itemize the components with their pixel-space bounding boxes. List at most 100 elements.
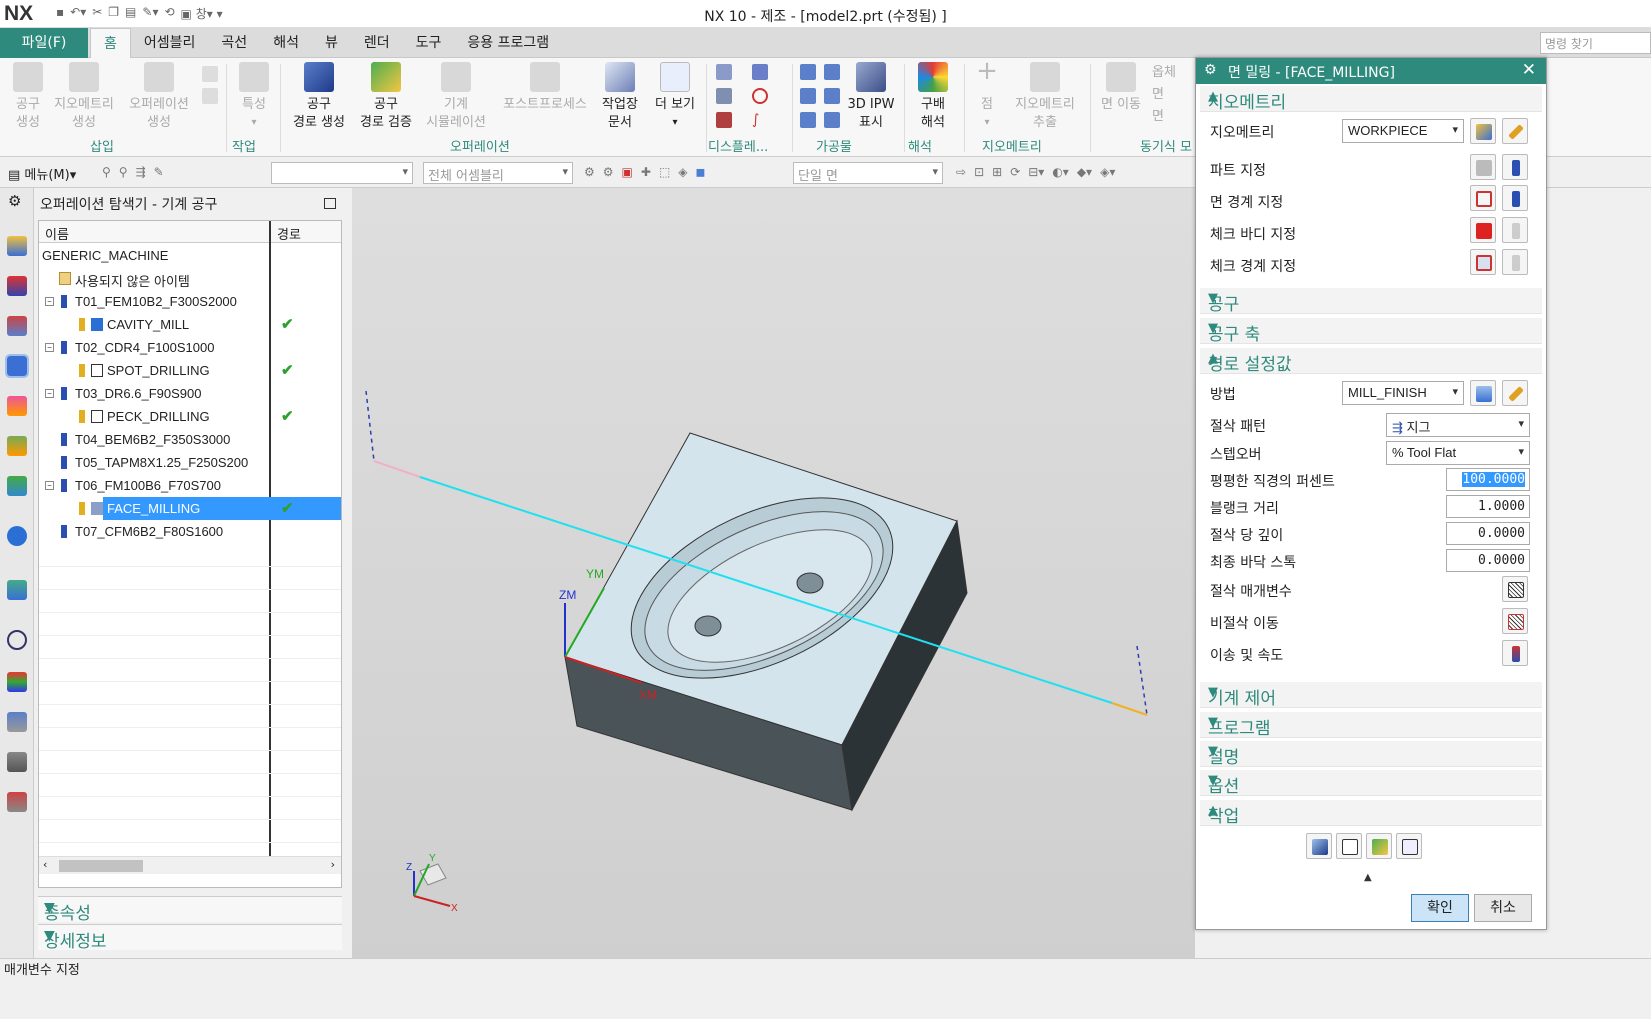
- dependencies-section[interactable]: 종속성 ▼: [38, 896, 342, 924]
- machine-tool-navigator-icon[interactable]: [7, 396, 27, 416]
- specify-check-body-button[interactable]: [1470, 217, 1496, 243]
- tab-analysis[interactable]: 해석: [260, 28, 312, 58]
- ok-button[interactable]: 확인: [1411, 894, 1469, 922]
- tab-assembly[interactable]: 어셈블리: [131, 28, 209, 58]
- face-rule-combo[interactable]: 단일 면: [793, 162, 943, 184]
- tab-home[interactable]: 홈: [90, 28, 131, 58]
- extract-geometry-button[interactable]: 지오메트리 추출: [1010, 62, 1080, 132]
- tree-row[interactable]: T07_CFM6B2_F80S1600: [39, 520, 341, 543]
- depth-per-cut-input[interactable]: 0.0000: [1446, 522, 1530, 545]
- rotate-icon[interactable]: ⟳: [1010, 165, 1020, 179]
- machine-simulation-button[interactable]: 기계 시뮬레이션: [422, 62, 490, 132]
- stepover-select[interactable]: % Tool Flat: [1386, 441, 1530, 465]
- tree-row[interactable]: CAVITY_MILL ✔: [39, 313, 341, 336]
- dialog-gear-icon[interactable]: ⚙: [1204, 62, 1217, 78]
- properties-button[interactable]: 특성 ▾: [234, 62, 274, 132]
- specify-part-button[interactable]: [1470, 154, 1496, 180]
- tree-row[interactable]: 사용되지 않은 아이템: [39, 267, 341, 290]
- postprocess-button[interactable]: 포스트프로세스: [498, 62, 592, 114]
- cancel-button[interactable]: 취소: [1474, 894, 1532, 922]
- history-palette-icon[interactable]: [7, 792, 27, 812]
- display-check-boundary-button[interactable]: [1502, 249, 1528, 275]
- column-path-header[interactable]: 경로: [277, 224, 301, 243]
- verify-toolpath-button[interactable]: 공구 경로 검증: [354, 62, 418, 132]
- generate-button[interactable]: [1306, 833, 1332, 859]
- scope-combo[interactable]: 전체 어셈블리: [423, 162, 573, 184]
- workpiece-icon-2[interactable]: [824, 64, 840, 80]
- filter-icon-3[interactable]: ⇶: [136, 165, 146, 179]
- collapse-icon[interactable]: −: [45, 297, 54, 306]
- edit-geometry-button[interactable]: [1502, 118, 1528, 144]
- clock-icon[interactable]: [7, 630, 27, 650]
- geometry-select[interactable]: WORKPIECE: [1342, 119, 1464, 143]
- display-icon[interactable]: ◆▾: [1077, 165, 1092, 179]
- view-orient-icon[interactable]: ⊟▾: [1028, 165, 1044, 179]
- display-option-icon-1[interactable]: [716, 64, 732, 80]
- assembly-navigator-icon[interactable]: [7, 236, 27, 256]
- reuse-library-icon[interactable]: [7, 436, 27, 456]
- description-section-header[interactable]: 설명 ▼: [1200, 741, 1542, 768]
- command-search-input[interactable]: 명령 찾기: [1540, 32, 1651, 54]
- shop-doc-button[interactable]: 작업장 문서: [596, 62, 644, 132]
- history-icon[interactable]: [7, 580, 27, 600]
- move-face-button[interactable]: 면 이동: [1098, 62, 1144, 114]
- path-settings-section-header[interactable]: 경로 설정값 ▲: [1200, 348, 1542, 375]
- process-studio-icon[interactable]: [7, 712, 27, 732]
- create-tool-button[interactable]: 공구 생성: [10, 62, 46, 132]
- target-icon[interactable]: [752, 88, 768, 104]
- edit-method-button[interactable]: [1502, 380, 1528, 406]
- filter-icon-1[interactable]: ⚲: [102, 165, 111, 179]
- display-option-icon-4[interactable]: [752, 64, 768, 80]
- tree-row-selected[interactable]: FACE_MILLING ✔: [39, 497, 341, 520]
- settings-icon[interactable]: ⚙: [8, 192, 21, 210]
- snap-icon-7[interactable]: ◼: [696, 165, 706, 179]
- point-button[interactable]: + 점 ▾: [972, 58, 1002, 132]
- tree-row[interactable]: − T01_FEM10B2_F300S2000: [39, 290, 341, 313]
- maximize-icon[interactable]: [324, 198, 336, 209]
- fit-icon[interactable]: ⊡: [974, 165, 984, 179]
- tab-applications[interactable]: 응용 프로그램: [454, 28, 562, 58]
- close-icon[interactable]: ✕: [1522, 60, 1536, 80]
- display-part-button[interactable]: [1502, 154, 1528, 180]
- snap-icon-3[interactable]: ▣: [622, 165, 633, 179]
- tree-row[interactable]: PECK_DRILLING ✔: [39, 405, 341, 428]
- show-3d-ipw-button[interactable]: 3D IPW 표시: [846, 62, 896, 132]
- collapse-icon[interactable]: −: [45, 481, 54, 490]
- collapse-icon[interactable]: −: [45, 389, 54, 398]
- scroll-left-icon[interactable]: ‹: [43, 858, 47, 871]
- machine-control-section-header[interactable]: 기계 제어 ▼: [1200, 682, 1542, 709]
- workpiece-icon-4[interactable]: [824, 88, 840, 104]
- filter-icon-4[interactable]: ✎: [154, 165, 164, 179]
- generate-toolpath-button[interactable]: 공구 경로 생성: [288, 62, 350, 132]
- filter-icon-2[interactable]: ⚲: [119, 165, 128, 179]
- file-tab[interactable]: 파일(F): [0, 28, 88, 58]
- tree-row[interactable]: − T03_DR6.6_F90S900: [39, 382, 341, 405]
- small-insert-icon[interactable]: [202, 66, 218, 82]
- tree-row[interactable]: GENERIC_MACHINE: [39, 244, 341, 267]
- constraint-navigator-icon[interactable]: [7, 276, 27, 296]
- snap-icon-4[interactable]: ✚: [641, 165, 651, 179]
- actions-section-header[interactable]: 작업 ▲: [1200, 800, 1542, 827]
- tree-row[interactable]: T05_TAPM8X1.25_F250S200: [39, 451, 341, 474]
- specify-check-boundary-button[interactable]: [1470, 249, 1496, 275]
- menu-button[interactable]: ▤ 메뉴(M)▾: [8, 164, 76, 183]
- snap-icon-1[interactable]: ⚙: [584, 165, 595, 179]
- small-insert-icon-2[interactable]: [202, 88, 218, 104]
- replay-button[interactable]: [1336, 833, 1362, 859]
- operation-navigator-icon[interactable]: [5, 354, 29, 378]
- program-section-header[interactable]: 프로그램 ▼: [1200, 712, 1542, 739]
- workpiece-icon-1[interactable]: [800, 64, 816, 80]
- arrow-icon[interactable]: ⇨: [956, 165, 966, 179]
- draft-analysis-button[interactable]: 구배 해석: [910, 62, 956, 132]
- collapse-dialog-icon[interactable]: ▲: [1364, 872, 1372, 883]
- tree-row[interactable]: SPOT_DRILLING ✔: [39, 359, 341, 382]
- final-floor-stock-input[interactable]: 0.0000: [1446, 549, 1530, 572]
- collapse-icon[interactable]: −: [45, 343, 54, 352]
- flat-diameter-percent-input[interactable]: 100.0000: [1446, 468, 1530, 491]
- workpiece-icon-5[interactable]: [800, 112, 816, 128]
- details-section[interactable]: 상세정보 ▼: [38, 924, 342, 952]
- geometry-section-header[interactable]: 지오메트리 ▲: [1200, 86, 1542, 113]
- display-option-icon-3[interactable]: [716, 112, 732, 128]
- verify-button[interactable]: [1366, 833, 1392, 859]
- part-navigator-icon[interactable]: [7, 316, 27, 336]
